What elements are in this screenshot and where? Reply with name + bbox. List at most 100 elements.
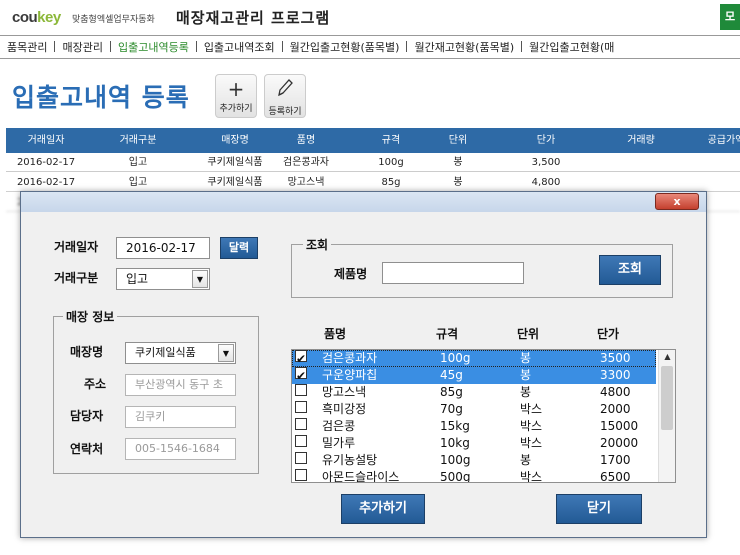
- list-item-checkbox[interactable]: [295, 452, 307, 464]
- list-item-spec: 45g: [440, 368, 463, 382]
- column-header: 단위: [448, 135, 468, 146]
- list-header-unit: 단위: [517, 327, 540, 341]
- list-header-price: 단가: [597, 327, 620, 341]
- list-item-name: 검은콩: [322, 419, 356, 433]
- add-entry-dialog: x 거래일자 2016-02-17 달력 거래구분 입고 ▼ 매장 정보 매장명…: [20, 191, 707, 538]
- store-label: 매장명: [70, 345, 104, 359]
- table-cell: 4,800: [531, 177, 561, 188]
- pencil-icon: [265, 77, 305, 104]
- add-items-button[interactable]: 추가하기: [341, 494, 425, 524]
- list-item-name: 구운양파칩: [322, 368, 378, 382]
- list-item-unit: 봉: [520, 368, 532, 382]
- search-button[interactable]: 조회: [599, 255, 661, 285]
- column-header: 거래량: [627, 135, 655, 146]
- add-toolbar-button[interactable]: + 추가하기: [215, 74, 257, 118]
- store-group-title: 매장 정보: [63, 308, 118, 325]
- list-item-spec: 100g: [440, 453, 471, 467]
- list-item-checkbox[interactable]: [295, 469, 307, 481]
- table-cell: 100g: [378, 157, 404, 168]
- dialog-close-button[interactable]: x: [655, 193, 699, 210]
- list-item[interactable]: ✔ 검은콩과자 100g 봉 3500: [292, 350, 656, 367]
- table-cell: 봉: [453, 177, 463, 188]
- list-item-price: 3300: [600, 368, 631, 382]
- list-item-name: 밀가루: [322, 436, 356, 450]
- list-item[interactable]: ✔ 구운양파칩 45g 봉 3300: [292, 367, 656, 384]
- date-label: 거래일자: [54, 240, 99, 254]
- address-field[interactable]: 부산광역시 동구 초: [125, 374, 236, 396]
- list-item-name: 검은콩과자: [322, 351, 378, 365]
- list-item-unit: 박스: [520, 402, 543, 416]
- nav-item[interactable]: 월간입출고현황(품목별): [283, 37, 407, 58]
- column-header: 규격: [381, 135, 401, 146]
- list-item-unit: 박스: [520, 436, 543, 450]
- list-item[interactable]: 검은콩 15kg 박스 15000: [292, 418, 656, 435]
- list-item-price: 6500: [600, 470, 631, 483]
- register-toolbar-button[interactable]: 등록하기: [264, 74, 306, 118]
- list-item-spec: 500g: [440, 470, 471, 483]
- table-cell: 입고: [128, 177, 148, 188]
- list-scrollbar[interactable]: ▲: [658, 350, 675, 482]
- list-item[interactable]: 아몬드슬라이스 500g 박스 6500: [292, 469, 656, 483]
- manager-field[interactable]: 김쿠키: [125, 406, 236, 428]
- list-item-checkbox[interactable]: ✔: [295, 367, 307, 383]
- list-item-price: 2000: [600, 402, 631, 416]
- dialog-titlebar[interactable]: [21, 192, 706, 212]
- list-item-checkbox[interactable]: [295, 435, 307, 447]
- nav-item[interactable]: 월간입출고현황(매: [522, 37, 621, 58]
- list-item-price: 20000: [600, 436, 639, 450]
- scroll-up-icon[interactable]: ▲: [659, 350, 675, 364]
- logo-tagline: 맞춤형엑셀업무자동화: [72, 15, 155, 25]
- contact-field[interactable]: 005-1546-1684: [125, 438, 236, 460]
- list-item-spec: 15kg: [440, 419, 470, 433]
- list-item[interactable]: 유기농설탕 100g 봉 1700: [292, 452, 656, 469]
- nav-item[interactable]: 품목관리: [0, 37, 54, 58]
- list-item-checkbox[interactable]: [295, 384, 307, 396]
- table-cell: 3,500: [531, 157, 561, 168]
- list-item[interactable]: 흑미강정 70g 박스 2000: [292, 401, 656, 418]
- date-field[interactable]: 2016-02-17: [116, 237, 210, 259]
- corner-button[interactable]: 모: [720, 4, 740, 30]
- nav-item[interactable]: 매장관리: [55, 37, 109, 58]
- table-cell: 망고스낵: [287, 177, 325, 188]
- scroll-thumb[interactable]: [661, 366, 673, 430]
- calendar-button[interactable]: 달력: [220, 237, 258, 259]
- type-combo[interactable]: 입고 ▼: [116, 268, 210, 290]
- table-cell: 봉: [453, 157, 463, 168]
- product-label: 제품명: [334, 267, 368, 281]
- column-header: 거래구분: [119, 135, 157, 146]
- search-group-title: 조회: [303, 236, 332, 253]
- list-item[interactable]: 밀가루 10kg 박스 20000: [292, 435, 656, 452]
- table-row[interactable]: 2016-02-17 입고 쿠키제일식품 검은콩과자 100g 봉 3,500: [6, 153, 740, 172]
- table-row[interactable]: 2016-02-17 입고 쿠키제일식품 망고스낵 85g 봉 4,800: [6, 173, 740, 192]
- list-header-spec: 규격: [436, 327, 459, 341]
- type-label: 거래구분: [54, 271, 99, 285]
- chevron-down-icon[interactable]: ▼: [218, 344, 234, 362]
- product-list[interactable]: ✔ 검은콩과자 100g 봉 3500 ✔ 구운양파칩 45g 봉 3300 망고스낵 85g 봉 480…: [291, 349, 676, 483]
- page-title: 입출고내역 등록: [12, 83, 190, 112]
- list-item-name: 흑미강정: [322, 402, 367, 416]
- list-item-price: 15000: [600, 419, 639, 433]
- main-nav: 품목관리 매장관리 입출고내역등록 입출고내역조회 월간입출고현황(품목별) 월간재고현황…: [0, 35, 740, 59]
- table-cell: 2016-02-17: [16, 177, 76, 188]
- nav-item[interactable]: 입출고내역조회: [197, 37, 282, 58]
- list-item-checkbox[interactable]: [295, 401, 307, 413]
- list-item-spec: 70g: [440, 402, 463, 416]
- close-dialog-button[interactable]: 닫기: [556, 494, 642, 524]
- column-header: 공급가액: [707, 135, 740, 146]
- list-item-spec: 85g: [440, 385, 463, 399]
- contact-label: 연락처: [70, 442, 104, 456]
- nav-item[interactable]: 입출고내역등록: [111, 37, 196, 58]
- list-item[interactable]: 망고스낵 85g 봉 4800: [292, 384, 656, 401]
- list-header-name: 품명: [324, 327, 347, 341]
- coukey-logo: coukey: [12, 9, 61, 26]
- nav-item[interactable]: 월간재고현황(품목별): [407, 37, 521, 58]
- list-item-checkbox[interactable]: [295, 418, 307, 430]
- list-item-checkbox[interactable]: ✔: [295, 350, 307, 366]
- product-search-input[interactable]: [382, 262, 524, 284]
- chevron-down-icon[interactable]: ▼: [192, 270, 208, 288]
- table-header: 거래일자 거래구분 매장명 품명 규격 단위 단가 거래량 공급가액: [6, 128, 740, 153]
- list-item-unit: 봉: [520, 385, 532, 399]
- store-combo[interactable]: 쿠키제일식품 ▼: [125, 342, 236, 364]
- column-header: 거래일자: [27, 135, 65, 146]
- table-cell: 입고: [128, 157, 148, 168]
